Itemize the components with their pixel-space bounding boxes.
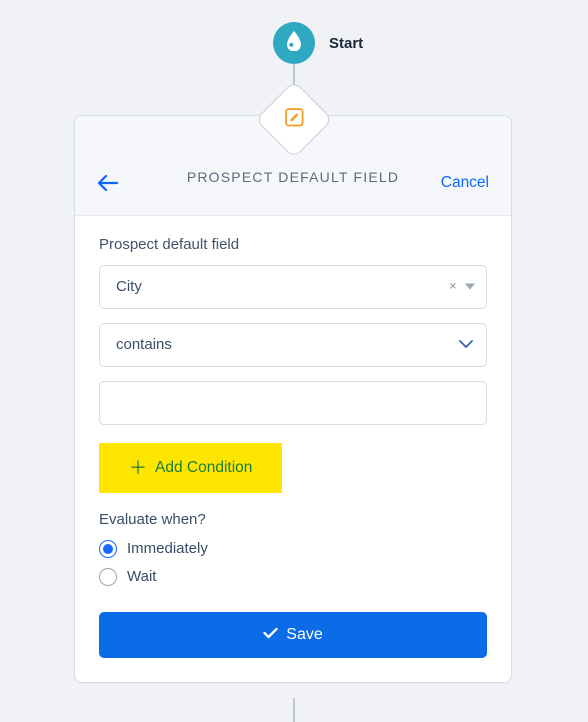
cancel-button[interactable]: Cancel bbox=[441, 174, 489, 192]
radio-icon bbox=[99, 540, 117, 558]
arrow-left-icon bbox=[97, 174, 119, 192]
radio-wait-label: Wait bbox=[127, 568, 156, 585]
card-body: Prospect default field City ✕ contains ＋… bbox=[75, 216, 511, 682]
field-combobox-value: City bbox=[116, 278, 142, 295]
start-node: Start bbox=[273, 22, 315, 64]
back-button[interactable] bbox=[97, 174, 119, 197]
operator-select-wrap: contains bbox=[99, 323, 487, 367]
evaluate-when-label: Evaluate when? bbox=[99, 511, 487, 528]
radio-icon bbox=[99, 568, 117, 586]
card-title: PROSPECT DEFAULT FIELD bbox=[95, 164, 491, 191]
start-label: Start bbox=[329, 35, 363, 52]
add-condition-button[interactable]: ＋ Add Condition bbox=[99, 443, 282, 493]
dropdown-triangle-icon bbox=[465, 284, 475, 290]
radio-immediately-label: Immediately bbox=[127, 540, 208, 557]
save-label: Save bbox=[286, 626, 322, 644]
save-button[interactable]: Save bbox=[99, 612, 487, 658]
radio-immediately[interactable]: Immediately bbox=[99, 540, 487, 558]
value-input-wrap bbox=[99, 381, 487, 425]
field-combobox-wrap: City ✕ bbox=[99, 265, 487, 309]
connector-line-bottom bbox=[293, 698, 295, 722]
plus-icon: ＋ bbox=[129, 459, 147, 477]
start-circle bbox=[273, 22, 315, 64]
value-input[interactable] bbox=[99, 381, 487, 425]
operator-select-value: contains bbox=[116, 336, 172, 353]
drop-icon bbox=[286, 31, 302, 56]
chevron-down-icon bbox=[459, 336, 473, 354]
rule-node[interactable] bbox=[267, 92, 322, 147]
field-label: Prospect default field bbox=[99, 236, 487, 253]
add-condition-label: Add Condition bbox=[155, 459, 252, 477]
clear-field-icon[interactable]: ✕ bbox=[449, 281, 457, 292]
edit-icon bbox=[283, 106, 305, 133]
field-combobox[interactable]: City bbox=[99, 265, 487, 309]
radio-wait[interactable]: Wait bbox=[99, 568, 487, 586]
check-icon bbox=[263, 626, 278, 644]
rule-editor-card: PROSPECT DEFAULT FIELD Cancel Prospect d… bbox=[74, 115, 512, 683]
operator-select[interactable]: contains bbox=[99, 323, 487, 367]
